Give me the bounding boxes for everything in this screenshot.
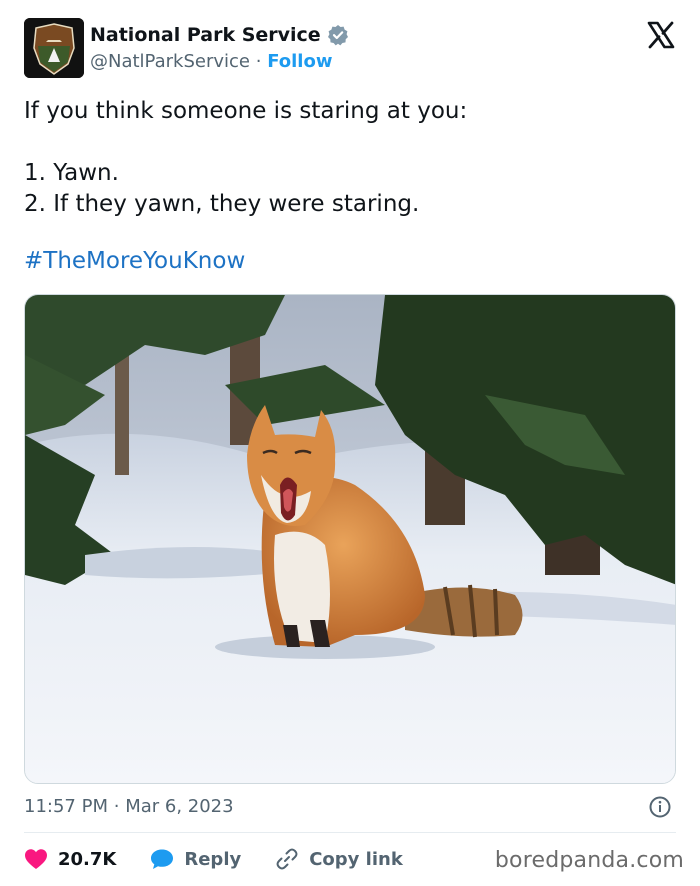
hashtag-link[interactable]: #TheMoreYouKnow	[24, 248, 245, 274]
like-count: 20.7K	[58, 848, 117, 870]
follow-button[interactable]: Follow	[267, 51, 332, 72]
timestamp-link[interactable]: 11:57 PM · Mar 6, 2023	[24, 796, 234, 817]
yawning-fox-in-snow-image	[25, 295, 675, 783]
timestamp-separator: ·	[113, 796, 120, 817]
link-icon	[276, 848, 298, 870]
reply-label: Reply	[184, 848, 242, 870]
display-name[interactable]: National Park Service	[90, 24, 321, 46]
tweet-time: 11:57 PM	[24, 796, 108, 817]
info-icon[interactable]	[648, 795, 672, 819]
handle[interactable]: @NatlParkService	[90, 51, 250, 72]
tweet-photo[interactable]	[24, 294, 676, 784]
divider	[24, 832, 676, 833]
x-logo-icon[interactable]	[646, 20, 676, 50]
avatar[interactable]	[24, 18, 84, 78]
copy-link-label: Copy link	[309, 848, 403, 870]
speech-bubble-icon	[151, 849, 174, 869]
timestamp-row: 11:57 PM · Mar 6, 2023	[24, 794, 676, 822]
handle-separator: ·	[255, 51, 262, 72]
tweet-line-3: 2. If they yawn, they were staring.	[24, 191, 420, 217]
action-bar: 20.7K Reply Copy link	[24, 845, 437, 873]
nps-arrowhead-logo	[24, 18, 84, 78]
tweet-header: National Park Service @NatlParkService ·…	[24, 18, 676, 80]
heart-icon	[25, 849, 47, 869]
verified-badge-icon	[327, 25, 348, 46]
tweet-line-1: If you think someone is staring at you:	[24, 98, 468, 124]
copy-link-button[interactable]: Copy link	[275, 847, 403, 871]
tweet-text: If you think someone is staring at you: …	[24, 96, 676, 220]
tweet-line-2: 1. Yawn.	[24, 160, 119, 186]
reply-button[interactable]: Reply	[150, 848, 241, 870]
tweet-date: Mar 6, 2023	[125, 796, 234, 817]
like-button[interactable]: 20.7K	[24, 848, 116, 870]
boredpanda-watermark: boredpanda.com	[494, 848, 684, 873]
